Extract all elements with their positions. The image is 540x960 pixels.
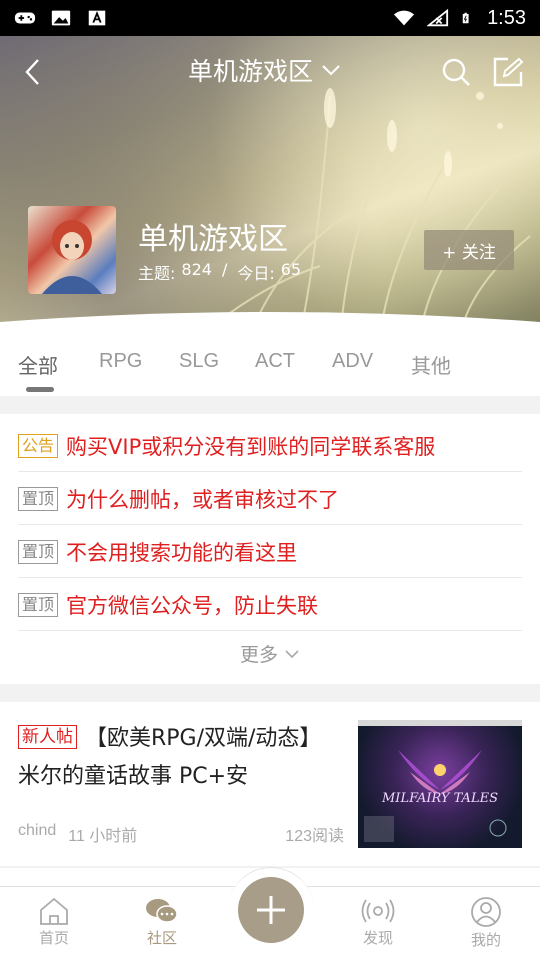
forum-switcher[interactable]: 单机游戏区 [188, 52, 341, 88]
tab-indicator [26, 387, 54, 392]
edit-icon[interactable] [492, 56, 524, 88]
pinned-title: 购买VIP或积分没有到账的同学联系客服 [66, 434, 436, 459]
new-post-tag: 新人帖 [18, 725, 77, 749]
post-thumbnail: MILFAIRY TALES [358, 720, 522, 848]
gamepad-icon [14, 12, 36, 24]
pinned-list: 公告 购买VIP或积分没有到账的同学联系客服 置顶 为什么删帖，或者审核过不了 … [0, 414, 540, 684]
image-icon [51, 10, 71, 26]
follow-button[interactable]: + 关注 [424, 230, 514, 270]
nav-home-label: 首页 [38, 929, 69, 947]
top-nav-bar: 单机游戏区 [0, 36, 540, 108]
nav-community-label: 社区 [146, 929, 177, 947]
clock: 1:53 [487, 6, 526, 29]
signal-icon [427, 9, 449, 27]
nav-mine-label: 我的 [470, 931, 501, 949]
header-curve [0, 312, 540, 336]
more-button[interactable]: 更多 [0, 640, 540, 667]
font-icon [88, 10, 106, 26]
forum-header: 单机游戏区 单机游戏区 主题: 824 / 今日: 65 + 关注 [0, 36, 540, 336]
tab-other[interactable]: 其他 [411, 350, 451, 379]
post-meta: chind 11 小时前 123阅读 [18, 822, 344, 846]
chevron-down-icon [322, 65, 340, 76]
category-tabs: 全部 RPG SLG ACT ADV 其他 [0, 336, 540, 396]
forum-stats: 主题: 824 / 今日: 65 [138, 260, 301, 284]
topics-label: 主题: [138, 264, 176, 283]
forum-name: 单机游戏区 [138, 222, 288, 257]
pinned-item[interactable]: 公告 购买VIP或积分没有到账的同学联系客服 [18, 420, 522, 472]
tab-rpg[interactable]: RPG [99, 350, 142, 373]
chevron-down-icon [285, 649, 299, 658]
tab-slg[interactable]: SLG [179, 350, 219, 373]
post-reads: 123阅读 [285, 828, 344, 845]
tab-act[interactable]: ACT [255, 350, 295, 373]
stats-separator: / [221, 260, 228, 279]
battery-icon [462, 12, 469, 24]
create-post-button[interactable] [238, 877, 304, 943]
post-card[interactable]: 新人帖 【欧美RPG/双端/动态】米尔的童话故事 PC+安 chind 11 小时… [0, 702, 540, 866]
chat-bubbles-icon [146, 899, 178, 923]
status-bar: 1:53 [0, 0, 540, 36]
post-time: 11 小时前 [68, 828, 138, 845]
plus-icon [257, 896, 285, 924]
pinned-item[interactable]: 置顶 官方微信公众号，防止失联 [18, 579, 522, 631]
nav-discover[interactable]: 发现 [348, 897, 408, 948]
thumbnail-logo-text: MILFAIRY TALES [381, 791, 498, 806]
pinned-item[interactable]: 置顶 为什么删帖，或者审核过不了 [18, 473, 522, 525]
pinned-title: 为什么删帖，或者审核过不了 [66, 487, 340, 512]
nav-community[interactable]: 社区 [132, 897, 192, 948]
search-icon[interactable] [440, 56, 472, 88]
pinned-title: 官方微信公众号，防止失联 [66, 593, 319, 618]
nav-home[interactable]: 首页 [24, 897, 84, 948]
nav-discover-label: 发现 [362, 929, 393, 947]
back-icon[interactable] [18, 56, 50, 88]
tab-all[interactable]: 全部 [18, 350, 58, 379]
page-title: 单机游戏区 [188, 57, 314, 86]
tab-adv[interactable]: ADV [332, 350, 373, 373]
bottom-nav: 首页 社区 发现 我的 [0, 867, 540, 960]
notice-tag: 公告 [18, 433, 59, 458]
more-label: 更多 [239, 644, 278, 666]
top-tag: 置顶 [18, 539, 59, 564]
user-icon [471, 897, 501, 927]
forum-avatar [28, 206, 116, 294]
today-count: 65 [280, 260, 302, 279]
topics-count: 824 [181, 260, 212, 279]
top-tag: 置顶 [18, 592, 59, 617]
pinned-title: 不会用搜索功能的看这里 [66, 540, 298, 565]
post-title-block: 新人帖 【欧美RPG/双端/动态】米尔的童话故事 PC+安 [18, 720, 338, 796]
today-label: 今日: [237, 264, 275, 283]
home-icon [40, 897, 68, 925]
top-tag: 置顶 [18, 486, 59, 511]
broadcast-icon [361, 899, 395, 923]
pinned-item[interactable]: 置顶 不会用搜索功能的看这里 [18, 526, 522, 578]
post-author: chind [18, 822, 57, 839]
nav-mine[interactable]: 我的 [456, 897, 516, 950]
wifi-icon [393, 10, 415, 26]
